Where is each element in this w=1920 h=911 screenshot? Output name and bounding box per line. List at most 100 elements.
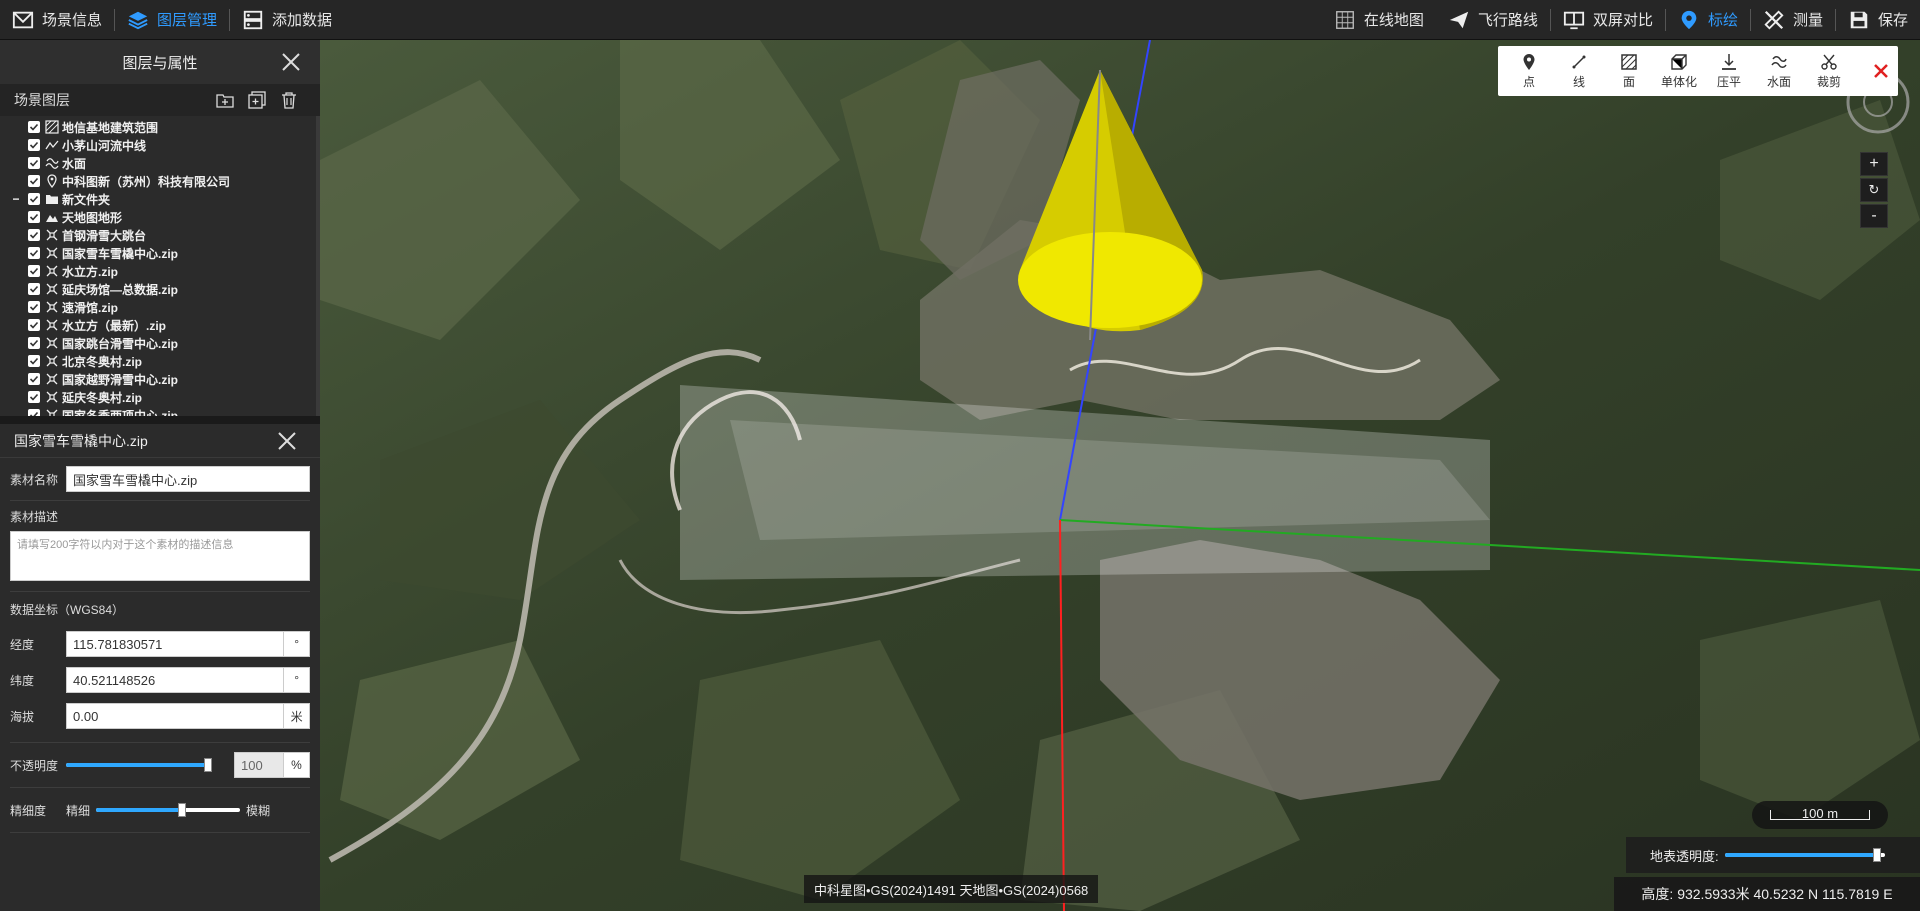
detail-slider-knob[interactable]	[178, 803, 187, 817]
add-data-label: 添加数据	[272, 12, 333, 29]
name-input[interactable]: 国家雪车雪橇中心.zip	[66, 466, 310, 492]
scene-info-button[interactable]: 场景信息	[0, 0, 114, 40]
monomer-icon	[1671, 53, 1687, 70]
surface-opacity-knob[interactable]	[1872, 848, 1881, 862]
altitude-input[interactable]: 0.00	[66, 703, 285, 729]
layer-tree-item[interactable]: 中科图新（苏州）科技有限公司	[0, 172, 316, 190]
model-icon	[45, 282, 59, 296]
layer-tree: 地信基地建筑范围 小茅山河流中线 水面 中科图新（苏州）科技有限公司 − 新文件夹 天地图地…	[0, 116, 320, 416]
layer-tree-item[interactable]: 小茅山河流中线	[0, 136, 316, 154]
layer-tree-item[interactable]: 国家跳台滑雪中心.zip	[0, 334, 316, 352]
longitude-input[interactable]: 115.781830571	[66, 631, 285, 657]
layer-visibility-checkbox[interactable]	[28, 391, 40, 403]
layer-tree-item[interactable]: − 新文件夹	[0, 190, 316, 208]
layer-tree-item[interactable]: 延庆冬奥村.zip	[0, 388, 316, 406]
dual-screen-button[interactable]: 双屏对比	[1551, 0, 1665, 40]
new-folder-icon[interactable]	[216, 91, 234, 109]
pin-icon	[45, 174, 59, 188]
map-viewport[interactable]: 点 线 面 单体化 压平 水面 裁剪 + ↻ - 100 m 地表透明度: 高度…	[320, 40, 1920, 911]
description-textarea[interactable]: 请填写200字符以内对于这个素材的描述信息	[10, 531, 310, 581]
surface-opacity-fill	[1724, 853, 1877, 857]
surface-opacity-label: 地表透明度:	[1650, 848, 1719, 864]
layer-visibility-checkbox[interactable]	[28, 139, 40, 151]
detail-label: 精细度	[10, 803, 47, 818]
layer-visibility-checkbox[interactable]	[28, 247, 40, 259]
opacity-slider-knob[interactable]	[204, 758, 212, 772]
check-icon	[29, 159, 39, 167]
layer-visibility-checkbox[interactable]	[28, 193, 40, 205]
detail-row: 精细度 精细 模糊	[0, 788, 320, 832]
layer-visibility-checkbox[interactable]	[28, 265, 40, 277]
close-icon	[1874, 64, 1888, 78]
layer-label: 地信基地建筑范围	[62, 120, 159, 135]
detail-slider[interactable]	[96, 803, 241, 817]
dual-screen-label: 双屏对比	[1592, 12, 1653, 29]
layer-tree-item[interactable]: 国家越野滑雪中心.zip	[0, 370, 316, 388]
layer-tree-item[interactable]: 首钢滑雪大跳台	[0, 226, 316, 244]
layer-tree-item[interactable]: 速滑馆.zip	[0, 298, 316, 316]
layer-visibility-checkbox[interactable]	[28, 283, 40, 295]
draw-area-button[interactable]: 面	[1604, 53, 1654, 90]
draw-line-button[interactable]: 线	[1554, 53, 1604, 90]
add-data-button[interactable]: 添加数据	[230, 0, 344, 40]
clip-label: 裁剪	[1816, 74, 1841, 89]
delete-icon[interactable]	[280, 91, 298, 109]
surface-opacity-slider[interactable]	[1724, 848, 1885, 862]
zoom-out-button[interactable]: -	[1860, 204, 1888, 228]
flatten-icon	[1722, 53, 1736, 70]
panel-splitter[interactable]	[0, 416, 320, 424]
draw-point-button[interactable]: 点	[1504, 53, 1554, 90]
layer-tree-item[interactable]: 地信基地建筑范围	[0, 118, 316, 136]
model-icon	[45, 228, 59, 242]
save-button[interactable]: 保存	[1836, 0, 1920, 40]
layer-tree-item[interactable]: 国家冬季两项中心.zip	[0, 406, 316, 416]
opacity-label: 不透明度	[10, 758, 59, 773]
layer-visibility-checkbox[interactable]	[28, 409, 40, 416]
opacity-slider[interactable]	[66, 758, 212, 772]
monomer-button[interactable]: 单体化	[1654, 53, 1704, 90]
layer-tree-item[interactable]: 水立方.zip	[0, 262, 316, 280]
layer-tree-item[interactable]: 水立方（最新）.zip	[0, 316, 316, 334]
zoom-in-button[interactable]: +	[1860, 152, 1888, 176]
plotting-toolbar: 点 线 面 单体化 压平 水面 裁剪	[1498, 46, 1898, 96]
online-map-button[interactable]: 在线地图	[1322, 0, 1436, 40]
flatten-button[interactable]: 压平	[1704, 53, 1754, 90]
flight-route-button[interactable]: 飞行路线	[1436, 0, 1550, 40]
properties-close-button[interactable]	[276, 430, 298, 455]
layer-tree-item[interactable]: 北京冬奥村.zip	[0, 352, 316, 370]
latitude-input[interactable]: 40.521148526	[66, 667, 285, 693]
layer-visibility-checkbox[interactable]	[28, 355, 40, 367]
panel-close-button[interactable]	[280, 51, 302, 73]
measure-button[interactable]: 测量	[1751, 0, 1835, 40]
water-surface-button[interactable]: 水面	[1754, 53, 1804, 90]
collapse-toggle[interactable]: −	[10, 192, 22, 206]
check-icon	[29, 411, 39, 416]
measure-icon	[1764, 9, 1784, 30]
layer-visibility-checkbox[interactable]	[28, 121, 40, 133]
layer-tree-item[interactable]: 国家雪车雪橇中心.zip	[0, 244, 316, 262]
monomer-label: 单体化	[1660, 74, 1697, 89]
layer-visibility-checkbox[interactable]	[28, 301, 40, 313]
coordinate-status: 高度: 932.5933米 40.5232 N 115.7819 E	[1614, 877, 1920, 911]
plotting-close-button[interactable]	[1866, 62, 1896, 80]
layer-visibility-checkbox[interactable]	[28, 157, 40, 169]
layer-tree-item[interactable]: 天地图地形	[0, 208, 316, 226]
layer-visibility-checkbox[interactable]	[28, 229, 40, 241]
opacity-input[interactable]: 100	[234, 752, 284, 778]
layer-visibility-checkbox[interactable]	[28, 319, 40, 331]
altitude-unit: 米	[284, 703, 310, 729]
layer-visibility-checkbox[interactable]	[28, 211, 40, 223]
layer-tree-item[interactable]: 水面	[0, 154, 316, 172]
reset-view-button[interactable]: ↻	[1860, 178, 1888, 202]
layer-visibility-checkbox[interactable]	[28, 337, 40, 349]
online-map-label: 在线地图	[1363, 12, 1424, 29]
layer-management-button[interactable]: 图层管理	[115, 0, 229, 40]
clip-button[interactable]: 裁剪	[1804, 53, 1854, 90]
add-layer-icon[interactable]	[248, 91, 266, 109]
plotting-button[interactable]: 标绘	[1666, 0, 1750, 40]
layer-tree-item[interactable]: 延庆场馆—总数据.zip	[0, 280, 316, 298]
layer-panel-header: 图层与属性	[0, 40, 320, 84]
layer-visibility-checkbox[interactable]	[28, 175, 40, 187]
layer-visibility-checkbox[interactable]	[28, 373, 40, 385]
layer-label: 水立方（最新）.zip	[62, 318, 166, 333]
